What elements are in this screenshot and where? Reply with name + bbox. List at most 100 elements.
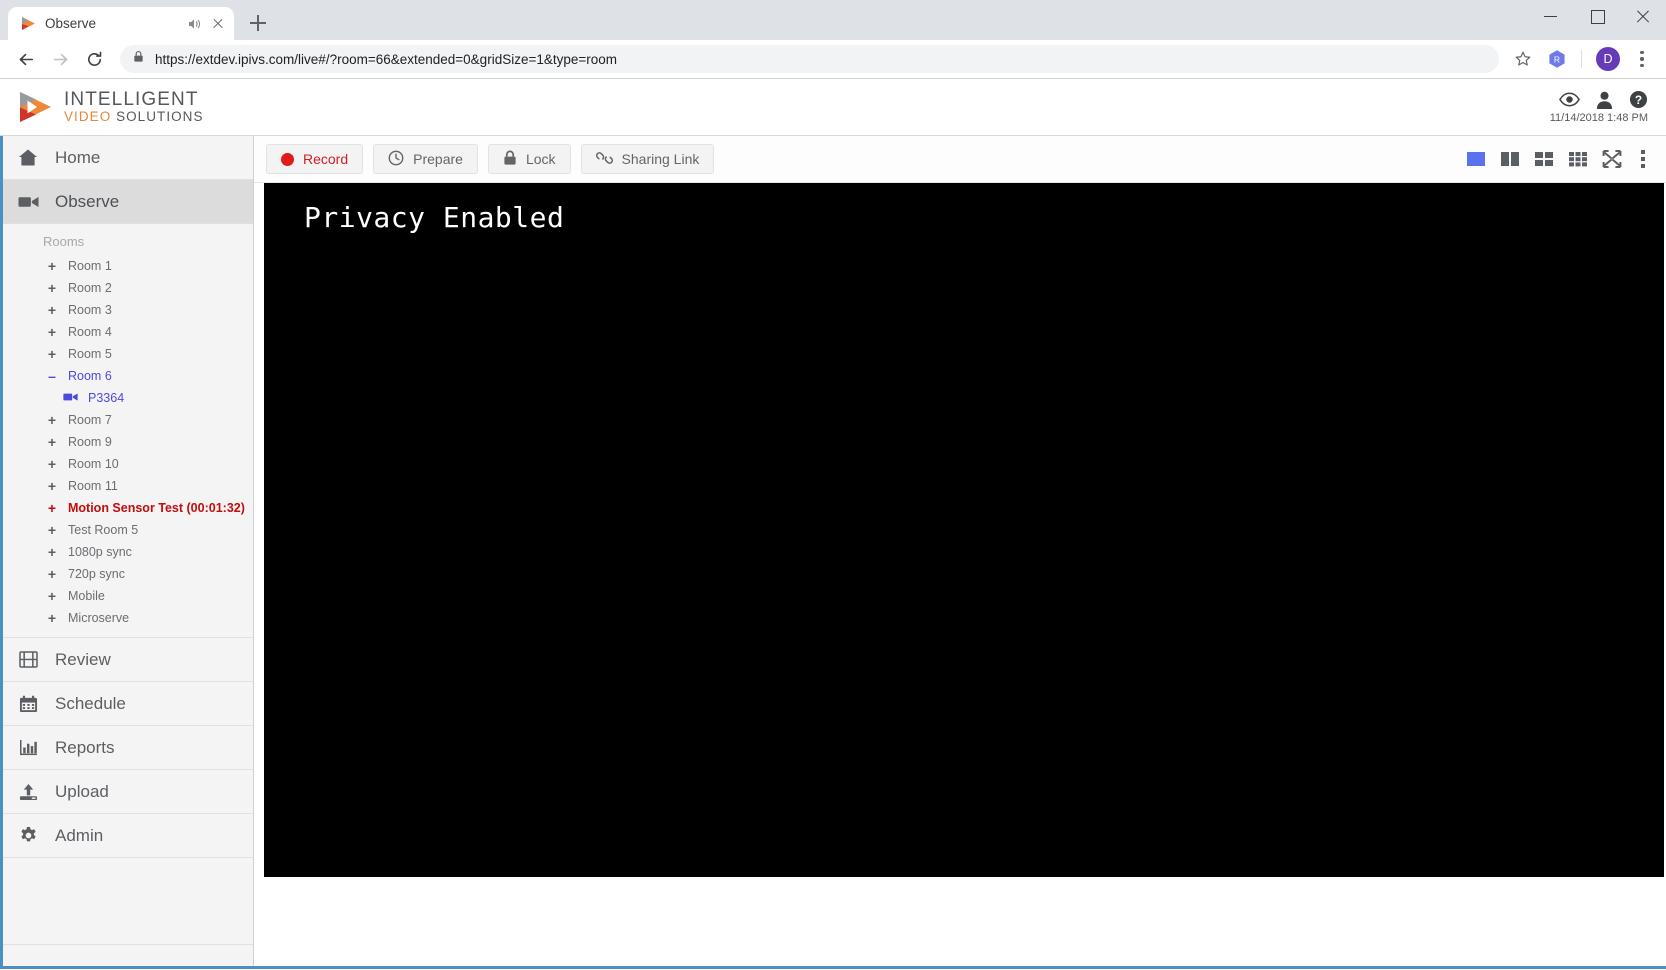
fullscreen-expand-icon[interactable] <box>1602 149 1622 169</box>
maximize-icon[interactable] <box>1574 0 1620 32</box>
sidebar-item-schedule[interactable]: Schedule <box>3 682 253 726</box>
sidebar-item-upload[interactable]: Upload <box>3 770 253 814</box>
expand-plus-icon[interactable]: + <box>47 325 57 339</box>
room-item-room-10[interactable]: + Room 10 <box>3 453 253 475</box>
header-timestamp: 11/14/2018 1:48 PM <box>1549 112 1648 124</box>
expand-plus-icon[interactable]: + <box>47 347 57 361</box>
profile-avatar[interactable]: D <box>1596 47 1620 71</box>
application-root: INTELLIGENT VIDEO SOLUTIONS ? 11/14/2018… <box>0 79 1666 969</box>
room-item-test-room-5[interactable]: + Test Room 5 <box>3 519 253 541</box>
browser-toolbar: https://extdev.ipivs.com/live#/?room=66&… <box>0 40 1666 79</box>
collapse-minus-icon[interactable]: – <box>47 369 57 383</box>
three-dot-menu-icon[interactable] <box>1636 148 1650 170</box>
video-camera-icon <box>63 391 78 405</box>
sidebar-item-label: Reports <box>55 737 115 757</box>
room-label: Room 11 <box>68 479 118 493</box>
lock-button[interactable]: Lock <box>487 144 571 174</box>
forward-arrow-icon[interactable] <box>44 43 76 75</box>
room-label: Room 6 <box>68 369 112 383</box>
room-label: Room 4 <box>68 325 112 339</box>
reload-icon[interactable] <box>78 43 110 75</box>
room-item-1080p-sync[interactable]: + 1080p sync <box>3 541 253 563</box>
extension-badge-icon[interactable]: R <box>1547 49 1567 69</box>
sidebar-item-home[interactable]: Home <box>3 136 253 180</box>
room-item-720p-sync[interactable]: + 720p sync <box>3 563 253 585</box>
lock-button-label: Lock <box>525 151 556 167</box>
room-label: Motion Sensor Test (00:01:32) <box>68 501 245 515</box>
room-item-microserve[interactable]: + Microserve <box>3 607 253 629</box>
prepare-button[interactable]: Prepare <box>373 144 478 174</box>
grid-2up-icon[interactable] <box>1500 149 1520 169</box>
close-icon[interactable] <box>210 16 226 32</box>
browser-titlebar: Observe <box>0 0 1666 40</box>
url-text: https://extdev.ipivs.com/live#/?room=66&… <box>155 51 618 67</box>
sidebar-item-label: Upload <box>55 781 109 801</box>
expand-plus-icon[interactable]: + <box>47 303 57 317</box>
room-item-room-2[interactable]: + Room 2 <box>3 277 253 299</box>
video-camera-icon <box>17 195 39 209</box>
room-item-mobile[interactable]: + Mobile <box>3 585 253 607</box>
expand-plus-icon[interactable]: + <box>47 545 57 559</box>
room-item-room-4[interactable]: + Room 4 <box>3 321 253 343</box>
expand-plus-icon[interactable]: + <box>47 589 57 603</box>
close-icon[interactable] <box>1620 0 1666 32</box>
film-strip-icon <box>17 651 39 668</box>
three-dot-menu-icon[interactable] <box>1630 46 1654 72</box>
grid-9up-icon[interactable] <box>1568 149 1588 169</box>
sidebar-item-label: Home <box>55 147 101 167</box>
room-item-room-5[interactable]: + Room 5 <box>3 343 253 365</box>
sidebar-item-review[interactable]: Review <box>3 638 253 682</box>
video-pane[interactable]: Privacy Enabled <box>264 183 1664 877</box>
user-icon[interactable] <box>1596 91 1613 109</box>
eye-icon[interactable] <box>1559 92 1580 107</box>
grid-4up-icon[interactable] <box>1534 149 1554 169</box>
room-label: Test Room 5 <box>68 523 139 537</box>
room-label: 720p sync <box>68 567 125 581</box>
room-item-room-1[interactable]: + Room 1 <box>3 255 253 277</box>
minimize-icon[interactable] <box>1528 0 1574 32</box>
toolbar-divider <box>1581 50 1582 68</box>
speaker-icon[interactable] <box>186 16 202 32</box>
expand-plus-icon[interactable]: + <box>47 435 57 449</box>
expand-plus-icon[interactable]: + <box>47 501 57 515</box>
sidebar-item-reports[interactable]: Reports <box>3 726 253 770</box>
expand-plus-icon[interactable]: + <box>47 281 57 295</box>
room-item-motion-sensor-test[interactable]: + Motion Sensor Test (00:01:32) <box>3 497 253 519</box>
rooms-caption: Rooms <box>43 234 85 249</box>
observe-toolbar: Record Prepare Lock Sharing Link <box>254 136 1666 183</box>
expand-plus-icon[interactable]: + <box>47 457 57 471</box>
sidebar-item-label: Admin <box>55 825 104 845</box>
expand-plus-icon[interactable]: + <box>47 567 57 581</box>
expand-plus-icon[interactable]: + <box>47 479 57 493</box>
room-item-room-3[interactable]: + Room 3 <box>3 299 253 321</box>
room-item-room-6[interactable]: – Room 6 <box>3 365 253 387</box>
help-icon[interactable]: ? <box>1629 90 1648 109</box>
expand-plus-icon[interactable]: + <box>47 523 57 537</box>
app-logo[interactable]: INTELLIGENT VIDEO SOLUTIONS <box>16 89 204 124</box>
sidebar-item-admin[interactable]: Admin <box>3 814 253 858</box>
browser-tab[interactable]: Observe <box>8 7 234 40</box>
bookmark-star-icon[interactable] <box>1509 45 1537 73</box>
expand-plus-icon[interactable]: + <box>47 413 57 427</box>
address-bar[interactable]: https://extdev.ipivs.com/live#/?room=66&… <box>120 45 1499 73</box>
app-body: Home Observe Rooms + Room 1 + Room 2 + R… <box>0 136 1666 969</box>
record-button-label: Record <box>303 151 349 167</box>
new-tab-button[interactable] <box>244 9 272 37</box>
room-label: Mobile <box>68 589 105 603</box>
camera-item-p3364[interactable]: P3364 <box>3 387 253 409</box>
room-item-room-9[interactable]: + Room 9 <box>3 431 253 453</box>
expand-plus-icon[interactable]: + <box>47 611 57 625</box>
sharing-link-button[interactable]: Sharing Link <box>580 144 715 174</box>
link-chain-icon <box>595 150 613 169</box>
record-button[interactable]: Record <box>266 144 364 174</box>
back-arrow-icon[interactable] <box>10 43 42 75</box>
room-label: Microserve <box>68 611 130 625</box>
room-label: 1080p sync <box>68 545 132 559</box>
sidebar-item-observe[interactable]: Observe <box>3 180 253 224</box>
expand-plus-icon[interactable]: + <box>47 259 57 273</box>
room-label: Room 1 <box>68 259 112 273</box>
grid-1up-icon[interactable] <box>1466 149 1486 169</box>
room-item-room-7[interactable]: + Room 7 <box>3 409 253 431</box>
room-item-room-11[interactable]: + Room 11 <box>3 475 253 497</box>
room-label: Room 5 <box>68 347 112 361</box>
